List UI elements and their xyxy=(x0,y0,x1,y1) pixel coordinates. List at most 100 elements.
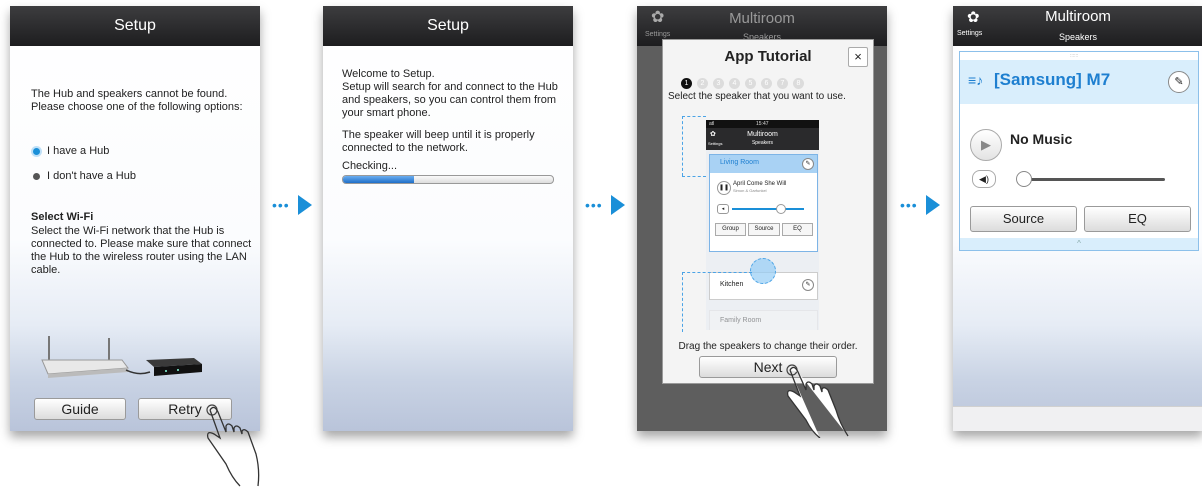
page-dot: 5 xyxy=(745,78,756,89)
hub-led xyxy=(165,370,167,372)
mini-header-title: Multiroom xyxy=(747,131,778,138)
close-button[interactable]: × xyxy=(848,47,868,67)
flow-arrow-icon: ••• xyxy=(272,195,312,215)
speaker-list-icon: ≡♪ xyxy=(968,72,984,88)
router-antenna xyxy=(48,336,50,360)
page-dot: 7 xyxy=(777,78,788,89)
edit-icon[interactable]: ✎ xyxy=(1168,71,1190,93)
header-bar: Setup xyxy=(10,6,260,46)
radio-selected[interactable] xyxy=(33,148,40,155)
setup-screen-checking: Setup Welcome to Setup. Setup will searc… xyxy=(323,6,573,431)
wifi-section-title: Select Wi-Fi xyxy=(31,211,94,223)
mini-speaker-name: Kitchen xyxy=(720,281,744,288)
mini-status-bar: atl 15:47 xyxy=(706,120,819,128)
progress-fill xyxy=(343,176,415,183)
flow-arrow-icon: ••• xyxy=(585,195,625,215)
header-title: Setup xyxy=(427,17,469,34)
beep-text: The speaker will beep until it is proper… xyxy=(342,129,535,154)
page-dot: 8 xyxy=(793,78,804,89)
hub-led xyxy=(177,369,179,371)
callout-line xyxy=(682,116,683,176)
mini-time: 15:47 xyxy=(756,121,769,127)
not-found-message: The Hub and speakers cannot be found. Pl… xyxy=(31,88,243,113)
mini-speaker-card[interactable]: Family Room xyxy=(709,310,818,330)
settings-button[interactable]: ✿ Settings xyxy=(957,9,991,43)
speaker-card[interactable]: :::::: ≡♪ [Samsung] M7 ✎ ▶ No Music ◀) S… xyxy=(959,51,1199,251)
mini-header-sub: Speakers xyxy=(751,140,774,146)
mini-volume-knob xyxy=(776,204,786,214)
mini-gear-icon: ✿ xyxy=(710,131,716,138)
gear-icon: ✿ xyxy=(967,9,980,26)
progress-bar xyxy=(342,175,554,184)
collapse-icon[interactable]: ^ xyxy=(960,238,1198,250)
mini-volume-icon: ◂ xyxy=(717,204,729,214)
now-playing-text: No Music xyxy=(1010,131,1073,147)
page-indicator: 12345678 xyxy=(681,72,809,89)
radio-unselected[interactable] xyxy=(33,173,40,180)
mini-source-button: Source xyxy=(748,223,780,236)
router-hub-image xyxy=(41,336,202,378)
volume-icon[interactable]: ◀) xyxy=(972,170,996,188)
hand-pointer-icon xyxy=(786,364,849,438)
setup-screen-options: Setup The Hub and speakers cannot be fou… xyxy=(10,6,260,431)
page-dot: 4 xyxy=(729,78,740,89)
mini-eq-button: EQ xyxy=(782,223,813,236)
welcome-text: Welcome to Setup. xyxy=(342,68,435,80)
bottom-bar xyxy=(953,406,1202,431)
mini-song-title: April Come She Will xyxy=(733,181,787,187)
mini-group-button: Group xyxy=(715,223,746,236)
option-have-hub[interactable]: I have a Hub xyxy=(47,145,109,158)
page-dot: 6 xyxy=(761,78,772,89)
header-bar: Setup xyxy=(323,6,573,46)
tutorial-mini-phone: atl 15:47 Multiroom Speakers ✿ Settings … xyxy=(706,120,819,330)
settings-label: Settings xyxy=(957,30,983,37)
speaker-name-row: ≡♪ [Samsung] M7 ✎ xyxy=(960,60,1198,104)
header-bar: Multiroom Speakers ✿ Settings xyxy=(953,6,1202,46)
wifi-description: Select the Wi-Fi network that the Hub is… xyxy=(31,225,252,276)
play-button[interactable]: ▶ xyxy=(970,129,1002,161)
guide-button[interactable]: Guide xyxy=(34,398,126,420)
flow-arrow-icon: ••• xyxy=(900,195,940,215)
mini-header: Multiroom Speakers ✿ Settings xyxy=(706,128,819,150)
mini-edit-icon: ✎ xyxy=(802,158,814,170)
hand-pointer-icon xyxy=(206,404,260,487)
mini-signal-text: atl xyxy=(709,121,715,127)
mini-settings-label: Settings xyxy=(708,141,723,146)
hand-outline xyxy=(206,406,260,487)
drag-handle-icon[interactable]: :::::: xyxy=(1070,53,1078,59)
bg-header-title: Multiroom xyxy=(729,10,795,27)
hand-outline xyxy=(786,366,849,438)
speaker-name: [Samsung] M7 xyxy=(994,70,1111,89)
mini-pause-button: ❚❚ xyxy=(717,181,731,195)
tap-ring xyxy=(206,404,218,416)
close-icon: × xyxy=(854,49,862,64)
lan-cable xyxy=(125,369,151,375)
mini-volume-track xyxy=(732,208,804,210)
dialog-title: App Tutorial xyxy=(724,48,812,65)
volume-knob[interactable] xyxy=(1016,171,1032,187)
callout-line xyxy=(682,116,706,117)
callout-line xyxy=(682,272,683,332)
volume-track[interactable] xyxy=(1022,178,1165,181)
gear-icon: ✿ xyxy=(651,9,665,26)
drag-instruction: Drag the speakers to change their order. xyxy=(678,341,858,352)
mini-edit-icon: ✎ xyxy=(802,279,814,291)
option-no-hub[interactable]: I don't have a Hub xyxy=(47,170,136,183)
header-title: Setup xyxy=(114,17,156,34)
tutorial-dialog: App Tutorial × 12345678 Select the speak… xyxy=(662,39,874,384)
callout-line xyxy=(682,176,706,177)
multiroom-speakers-screen: Multiroom Speakers ✿ Settings :::::: ≡♪ … xyxy=(953,6,1202,431)
drag-indicator-circle xyxy=(750,258,776,284)
mini-speaker-name: Family Room xyxy=(720,317,762,324)
callout-line xyxy=(682,272,752,273)
eq-button[interactable]: EQ xyxy=(1084,206,1191,232)
page-dot: 1 xyxy=(681,78,692,89)
source-button[interactable]: Source xyxy=(970,206,1077,232)
router-antenna xyxy=(108,338,110,360)
page-dot: 3 xyxy=(713,78,724,89)
checking-label: Checking... xyxy=(342,160,398,172)
page-dot: 2 xyxy=(697,78,708,89)
mini-speaker-card-selected[interactable]: Living Room ✎ ❚❚ April Come She Will Sim… xyxy=(709,154,818,252)
mini-speaker-row: Living Room ✎ xyxy=(710,155,817,173)
setup-description: Setup will search for and connect to the… xyxy=(342,81,558,119)
